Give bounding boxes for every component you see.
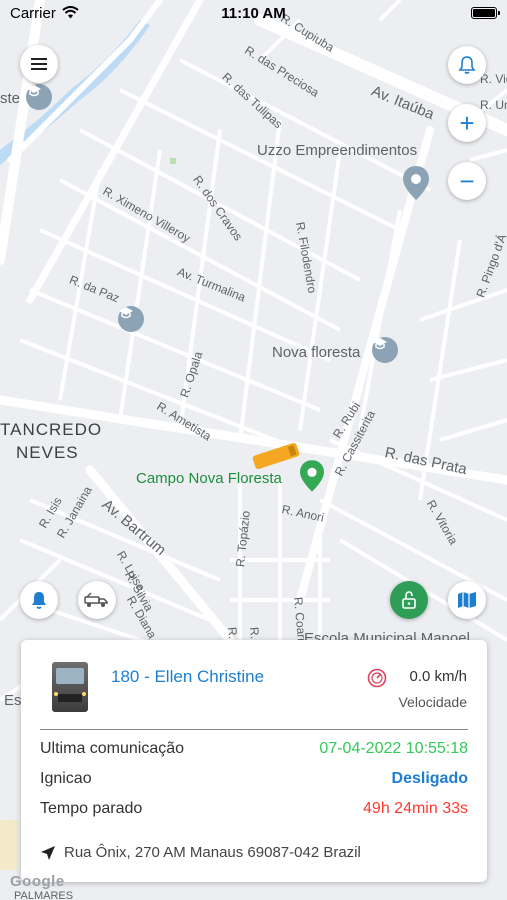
school-pin-icon[interactable]	[118, 306, 144, 332]
map-label-nova-floresta: Nova floresta	[272, 344, 361, 361]
map-icon	[458, 592, 476, 608]
battery-icon	[471, 7, 500, 19]
map-label: ste	[0, 90, 21, 107]
map-label: PALMARES	[14, 890, 74, 900]
location-pin-icon[interactable]	[403, 166, 429, 200]
map-label-neighborhood: TANCREDO	[0, 420, 103, 439]
hamburger-menu-icon	[31, 58, 47, 70]
bell-alert-icon	[32, 592, 46, 609]
map-label-campo: Campo Nova Floresta	[136, 470, 282, 487]
address-text: Rua Ônix, 270 AM Manaus 69087-042 Brazil	[64, 844, 361, 861]
card-divider	[40, 729, 468, 730]
unlock-icon	[402, 591, 416, 609]
map-label-neighborhood: NEVES	[16, 443, 79, 462]
speed-label: Velocidade	[398, 694, 467, 710]
minus-icon: −	[459, 166, 475, 196]
tow-truck-button[interactable]	[78, 581, 116, 619]
ignition-row: Ignicao Desligado	[40, 770, 468, 790]
google-logo: Google	[10, 873, 65, 890]
last-communication-row: Ultima comunicação 07-04-2022 10:55:18	[40, 740, 468, 760]
last-communication-value: 07-04-2022 10:55:18	[319, 740, 468, 757]
clock: 11:10 AM	[221, 5, 286, 22]
lock-button[interactable]	[390, 581, 428, 619]
tow-truck-icon	[84, 592, 108, 607]
stopped-time-row: Tempo parado 49h 24min 33s	[40, 800, 468, 820]
row-label: Tempo parado	[40, 800, 143, 817]
vehicle-thumbnail	[52, 662, 88, 712]
school-pin-icon[interactable]	[372, 337, 398, 363]
map-label: R. Un	[480, 98, 507, 112]
school-pin-icon[interactable]	[26, 84, 52, 110]
bell-icon	[458, 56, 476, 74]
zoom-in-button[interactable]: +	[448, 104, 486, 142]
row-label: Ultima comunicação	[40, 740, 185, 757]
navigation-arrow-icon	[41, 845, 55, 860]
speed-value: 0.0 km/h	[409, 668, 467, 685]
plus-icon: +	[459, 108, 475, 138]
status-bar: Carrier 11:10 AM	[0, 0, 507, 28]
menu-button[interactable]	[20, 45, 58, 83]
map-label: Es	[4, 692, 22, 709]
map-label-uzzo: Uzzo Empreendimentos	[257, 142, 418, 159]
park-pin-icon[interactable]	[300, 460, 324, 492]
map-type-button[interactable]	[448, 581, 486, 619]
notifications-button[interactable]	[448, 46, 486, 84]
map-label: R. Vick	[480, 72, 507, 86]
stopped-time-value: 49h 24min 33s	[363, 800, 468, 817]
speedometer-icon	[367, 668, 387, 688]
ignition-value: Desligado	[391, 770, 468, 787]
alert-button[interactable]	[20, 581, 58, 619]
vehicle-name[interactable]: 180 - Ellen Christine	[111, 667, 264, 687]
vehicle-info-card: 180 - Ellen Christine 0.0 km/h Velocidad…	[21, 640, 487, 882]
vehicle-marker-icon[interactable]	[250, 440, 302, 472]
row-label: Ignicao	[40, 770, 92, 787]
zoom-out-button[interactable]: −	[448, 162, 486, 200]
address: Rua Ônix, 270 AM Manaus 69087-042 Brazil	[40, 844, 361, 861]
